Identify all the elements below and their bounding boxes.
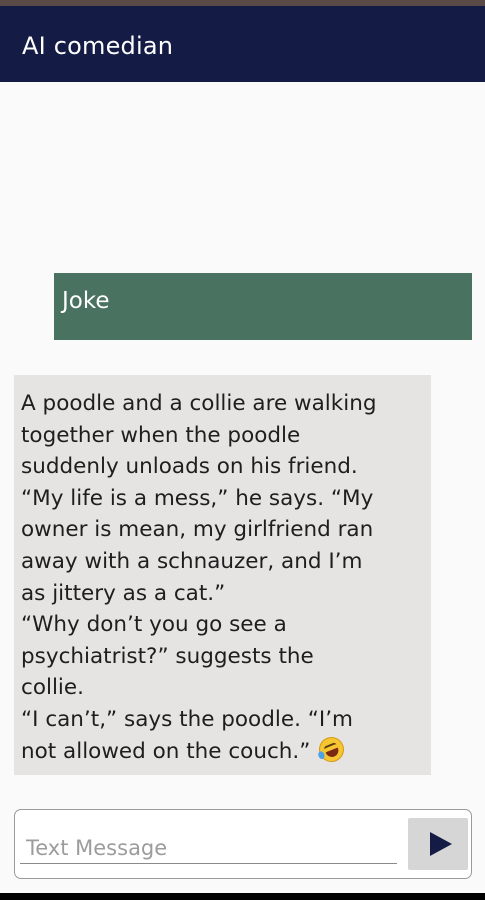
user-message-text: Joke	[62, 288, 110, 314]
bot-message-line: not allowed on the couch.”	[21, 738, 311, 764]
bot-message-line: A poodle and a collie are walking	[21, 391, 377, 416]
send-arrow-icon	[430, 832, 452, 856]
bot-message-last-line: not allowed on the couch.”	[21, 732, 425, 768]
bot-message-line: “My life is a mess,” he says. “My	[21, 485, 374, 511]
app-bar: AI comedian	[0, 6, 485, 82]
bot-message-line: “Why don’t you go see a	[21, 612, 287, 638]
text-message-input[interactable]	[20, 820, 397, 864]
bot-message-line: owner is mean, my girlfriend ran	[21, 517, 374, 543]
bot-message-line: as jittery as a cat.”	[21, 580, 226, 606]
bot-message-line: together when the poodle	[21, 422, 301, 448]
bot-message-line: psychiatrist?” suggests the	[21, 643, 314, 669]
rolling-on-floor-laughing-icon	[315, 732, 348, 766]
message-composer	[14, 809, 472, 879]
navigation-bar	[0, 893, 485, 900]
send-button[interactable]	[408, 818, 468, 870]
bot-message-bubble: A poodle and a collie are walking togeth…	[14, 375, 431, 775]
app-title: AI comedian	[22, 32, 174, 60]
bot-message-line: suddenly unloads on his friend.	[21, 454, 358, 480]
tear-icon	[317, 749, 326, 760]
bot-message-line: away with a schnauzer, and I’m	[21, 548, 363, 574]
user-message-bubble: Joke	[54, 273, 472, 340]
bot-message-line: “I can’t,” says the poodle. “I’m	[21, 706, 353, 732]
bot-message-line: collie.	[21, 675, 84, 701]
